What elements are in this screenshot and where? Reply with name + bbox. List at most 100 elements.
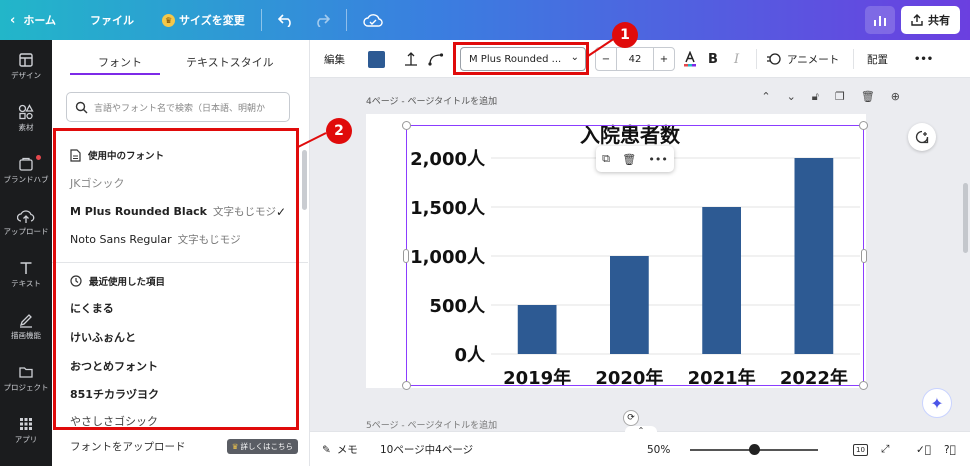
rail-item-uploads[interactable]: アップロード bbox=[0, 208, 52, 236]
apps-icon bbox=[20, 418, 32, 430]
page-count[interactable]: 10ページ中4ページ bbox=[380, 432, 473, 466]
help-button[interactable]: ?⃝ bbox=[944, 432, 956, 466]
bottom-bar: ⌃ ✎ メモ 10ページ中4ページ 50% 10 ⤢ ✓⃝ ?⃝ bbox=[310, 426, 970, 466]
rail-item-projects[interactable]: プロジェクト bbox=[0, 364, 52, 392]
rail-item-design[interactable]: デザイン bbox=[0, 52, 52, 80]
resize-handle[interactable] bbox=[403, 249, 409, 263]
page-title-label[interactable]: 4ページ - ページタイトルを追加 bbox=[366, 94, 497, 107]
rail-label: プロジェクト bbox=[3, 383, 49, 392]
text-color-button[interactable] bbox=[368, 40, 385, 78]
resize-handle[interactable] bbox=[402, 381, 411, 390]
home-label: ホーム bbox=[23, 14, 57, 27]
animate-icon bbox=[767, 53, 781, 65]
lock-icon[interactable]: 🔓︎ bbox=[812, 90, 819, 104]
canvas-scrollbar[interactable] bbox=[963, 183, 968, 253]
rotate-handle[interactable]: ⟳ bbox=[623, 410, 639, 426]
notification-dot bbox=[36, 155, 41, 160]
rail-item-text[interactable]: テキスト bbox=[0, 260, 52, 288]
animate-button[interactable]: アニメート bbox=[766, 40, 839, 78]
zoom-slider[interactable] bbox=[690, 444, 818, 455]
divider bbox=[756, 49, 757, 69]
crown-icon: ♛ bbox=[162, 13, 176, 27]
magic-assistant-button[interactable]: ✦ bbox=[922, 388, 952, 418]
file-menu-button[interactable]: ファイル bbox=[80, 0, 144, 40]
notes-icon: ✎ bbox=[322, 443, 331, 456]
bold-button[interactable]: B bbox=[708, 40, 718, 78]
resize-handle[interactable] bbox=[402, 121, 411, 130]
rail-item-brand-hub[interactable]: ブランドハブ bbox=[0, 155, 52, 184]
trash-icon[interactable]: 🗑︎ bbox=[861, 90, 875, 104]
next-page-title-label[interactable]: 5ページ - ページタイトルを追加 bbox=[366, 418, 497, 431]
upload-font-row: フォントをアップロード ♛ 詳しくはこちら bbox=[70, 439, 298, 454]
comment-button[interactable] bbox=[908, 123, 936, 151]
trash-icon[interactable]: 🗑︎ bbox=[622, 153, 636, 166]
upload-font-link[interactable]: フォントをアップロード bbox=[70, 439, 186, 454]
rail-label: テキスト bbox=[11, 279, 41, 288]
shapes-icon bbox=[18, 104, 34, 120]
resize-handle[interactable] bbox=[861, 249, 867, 263]
learn-more-badge[interactable]: ♛ 詳しくはこちら bbox=[226, 439, 298, 454]
annotation-badge-2: 2 bbox=[326, 118, 352, 144]
color-swatch bbox=[368, 50, 385, 68]
zoom-level[interactable]: 50% bbox=[647, 432, 670, 466]
undo-button[interactable] bbox=[268, 0, 304, 40]
cloud-check-icon bbox=[363, 14, 383, 27]
editor-toolbar: 編集 M Plus Rounded ... ⌄ − 42 + B I アニメート bbox=[310, 40, 970, 78]
zoom-slider-knob[interactable] bbox=[749, 444, 760, 455]
floating-element-menu: ⧉ 🗑︎ ••• bbox=[596, 146, 674, 172]
curve-button[interactable] bbox=[428, 40, 444, 78]
arrange-button[interactable]: 配置 bbox=[867, 40, 888, 78]
text-color-a-button[interactable] bbox=[682, 40, 698, 78]
share-button[interactable]: 共有 bbox=[901, 6, 960, 34]
cloud-save-status[interactable] bbox=[353, 0, 393, 40]
rail-item-apps[interactable]: アプリ bbox=[0, 416, 52, 444]
text-icon bbox=[20, 262, 32, 274]
layout-icon bbox=[19, 53, 33, 67]
resize-handle[interactable] bbox=[859, 381, 868, 390]
notes-button[interactable]: ✎ メモ bbox=[322, 432, 358, 466]
canva-editor: ‹ ホーム ファイル ♛ サイズを変更 共有 デザイン 素材 ブランドハブ アッ… bbox=[0, 0, 970, 466]
redo-button[interactable] bbox=[304, 0, 340, 40]
file-label: ファイル bbox=[90, 14, 135, 27]
divider bbox=[345, 9, 347, 31]
rail-item-elements[interactable]: 素材 bbox=[0, 104, 52, 132]
bar-chart-icon bbox=[874, 16, 886, 26]
insights-button[interactable] bbox=[865, 6, 895, 34]
rail-item-draw[interactable]: 描画機能 bbox=[0, 312, 52, 340]
spacing-button[interactable] bbox=[404, 40, 418, 78]
font-search-input[interactable]: 言語やフォント名で検索（日本語、明朝か bbox=[66, 92, 290, 122]
tab-text-styles[interactable]: テキストスタイル bbox=[186, 54, 274, 70]
page-controls: ⌃ ⌄ 🔓︎ ❐ 🗑︎ ⊕ bbox=[761, 90, 900, 104]
home-button[interactable]: ‹ ホーム bbox=[0, 0, 66, 40]
check-button[interactable]: ✓⃝ bbox=[916, 432, 931, 466]
learn-more-label: 詳しくはこちら bbox=[240, 442, 294, 451]
share-label: 共有 bbox=[928, 14, 950, 27]
edit-label: 編集 bbox=[324, 53, 345, 66]
duplicate-page-icon[interactable]: ❐ bbox=[835, 90, 845, 104]
arrange-label: 配置 bbox=[867, 53, 888, 66]
fullscreen-button[interactable]: ⤢ bbox=[881, 432, 889, 466]
canvas-area: 4ページ - ページタイトルを追加 ⌃ ⌄ 🔓︎ ❐ 🗑︎ ⊕ 0人 500人 1,… bbox=[310, 78, 970, 431]
edit-button[interactable]: 編集 bbox=[324, 40, 345, 78]
divider bbox=[853, 49, 854, 69]
top-bar: ‹ ホーム ファイル ♛ サイズを変更 共有 bbox=[0, 0, 970, 40]
resize-handle[interactable] bbox=[859, 121, 868, 130]
resize-button[interactable]: ♛ サイズを変更 bbox=[152, 0, 255, 40]
text-color-icon bbox=[684, 51, 696, 67]
sparkle-icon: ✦ bbox=[930, 393, 944, 413]
rail-label: 素材 bbox=[18, 123, 34, 132]
pages-badge: 10 bbox=[853, 443, 868, 456]
panel-scrollbar[interactable] bbox=[302, 150, 307, 210]
italic-button[interactable]: I bbox=[734, 40, 739, 78]
copy-icon[interactable]: ⧉ bbox=[602, 152, 610, 166]
rail-label: アプリ bbox=[14, 435, 38, 444]
add-page-icon[interactable]: ⊕ bbox=[891, 90, 900, 104]
pages-grid-button[interactable]: 10 bbox=[853, 432, 868, 466]
more-options-button[interactable]: ••• bbox=[914, 40, 933, 78]
increase-size-button[interactable]: + bbox=[653, 47, 675, 71]
more-icon[interactable]: ••• bbox=[648, 153, 667, 166]
chevron-up-icon[interactable]: ⌃ bbox=[761, 90, 770, 104]
chevron-down-icon[interactable]: ⌄ bbox=[787, 90, 796, 104]
tab-fonts[interactable]: フォント bbox=[98, 54, 142, 70]
rail-label: デザイン bbox=[11, 71, 41, 80]
